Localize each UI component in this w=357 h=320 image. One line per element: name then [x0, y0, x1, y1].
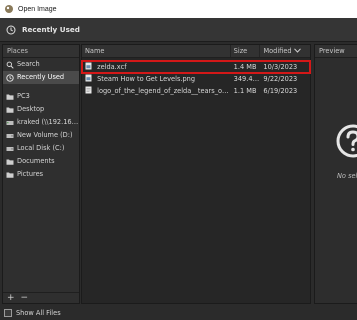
remove-bookmark-button[interactable]: − [21, 293, 29, 303]
location-label: Recently Used [22, 25, 80, 34]
file-row[interactable]: zelda.xcf 1.4 MB 10/3/2023 [81, 60, 311, 74]
no-selection-text: No sel [337, 172, 357, 180]
place-new-volume-d[interactable]: New Volume (D:) [3, 129, 79, 142]
window-titlebar: Open Image [0, 0, 357, 18]
file-icon [85, 86, 92, 94]
place-desktop[interactable]: Desktop [3, 103, 79, 116]
search-icon [6, 61, 14, 69]
places-header: Places [3, 45, 79, 58]
clock-icon [6, 73, 14, 82]
image-file-icon [85, 74, 92, 82]
preview-panel: Preview No sel [314, 44, 357, 304]
place-kraked[interactable]: kraked (\\192.168.... [3, 116, 79, 129]
show-all-files-label[interactable]: Show All Files [16, 309, 61, 317]
preview-header: Preview [315, 45, 357, 58]
folder-icon [6, 172, 14, 178]
file-name: Steam How to Get Levels.png [97, 75, 196, 83]
gimp-app-icon [5, 5, 13, 13]
file-modified: 10/3/2023 [263, 63, 298, 71]
column-modified[interactable]: Modified [260, 45, 310, 57]
column-size[interactable]: Size [231, 45, 261, 57]
file-list: Name Size Modified zelda.xcf 1.4 MB 10/3… [81, 44, 311, 304]
file-row[interactable]: Steam How to Get Levels.png 349.4 kB 9/2… [82, 73, 310, 85]
file-modified: 6/19/2023 [263, 87, 298, 95]
places-panel: Places Search Recently Used PC3 Desktop … [2, 44, 80, 304]
footer: Show All Files [0, 306, 357, 320]
add-bookmark-button[interactable]: + [7, 293, 15, 303]
place-pictures[interactable]: Pictures [3, 168, 79, 181]
folder-icon [6, 107, 14, 113]
drive-icon [6, 133, 14, 138]
column-name[interactable]: Name [82, 45, 231, 57]
question-mark-icon [336, 124, 357, 158]
file-size: 349.4 kB [233, 75, 261, 83]
window-title: Open Image [18, 5, 57, 13]
place-recently-used[interactable]: Recently Used [3, 71, 79, 84]
file-size: 1.4 MB [233, 63, 257, 71]
place-local-disk-c[interactable]: Local Disk (C:) [3, 142, 79, 155]
file-size: 1.1 MB [233, 87, 257, 95]
file-name: zelda.xcf [97, 63, 127, 71]
file-modified: 9/22/2023 [263, 75, 298, 83]
places-toolbar: + − [3, 292, 79, 303]
place-pc3[interactable]: PC3 [3, 90, 79, 103]
folder-icon [6, 159, 14, 165]
file-row[interactable]: logo_of_the_legend_of_zelda__tears_of_th… [82, 85, 310, 97]
clock-icon [6, 25, 16, 34]
chevron-down-icon [293, 48, 301, 53]
place-search[interactable]: Search [3, 58, 79, 71]
folder-icon [6, 94, 14, 100]
image-file-icon [85, 62, 92, 70]
network-drive-icon [6, 120, 14, 125]
show-all-files-checkbox[interactable] [4, 309, 12, 317]
place-documents[interactable]: Documents [3, 155, 79, 168]
drive-icon [6, 146, 14, 151]
file-name: logo_of_the_legend_of_zelda__tears_of_th… [97, 87, 231, 95]
file-list-header: Name Size Modified [82, 45, 310, 58]
location-bar: Recently Used [0, 18, 357, 42]
